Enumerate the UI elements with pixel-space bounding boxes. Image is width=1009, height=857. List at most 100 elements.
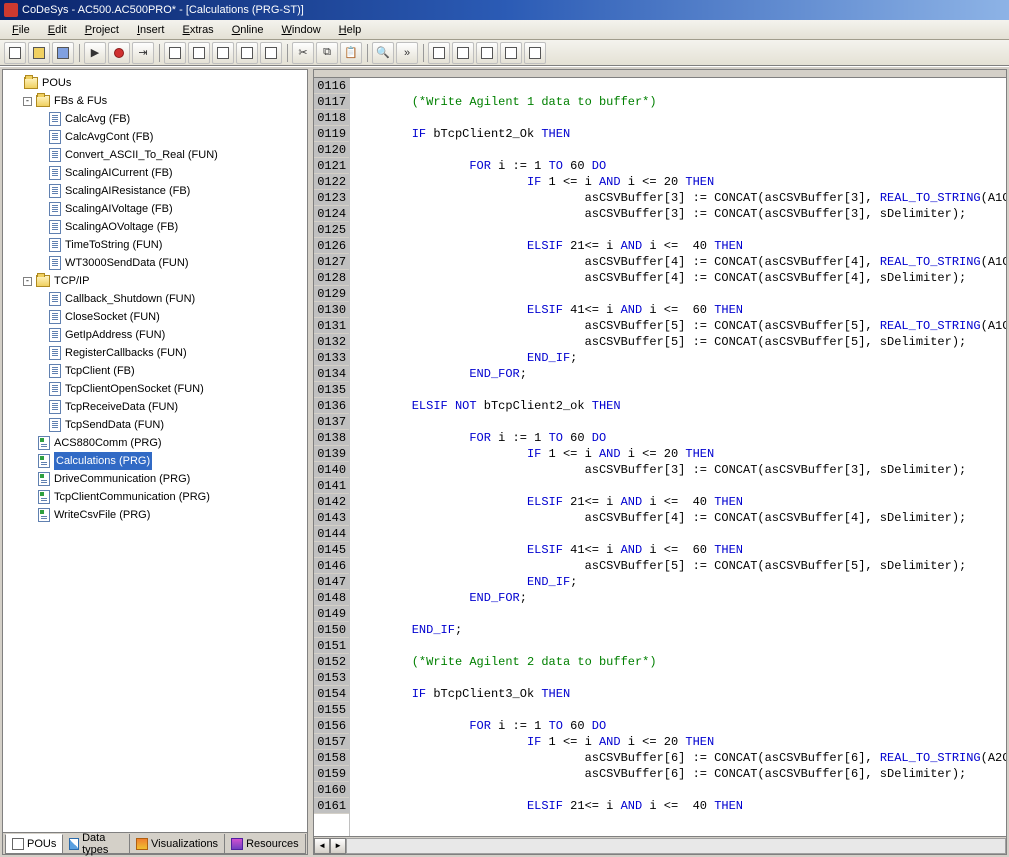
toolbar-btn-4[interactable] [236,42,258,64]
tab-pous[interactable]: POUs [5,834,63,854]
tree-item-acs880comm[interactable]: ACS880Comm (PRG) [5,434,305,452]
tree-item-convert_ascii_to_real[interactable]: Convert_ASCII_To_Real (FUN) [5,146,305,164]
code-line[interactable]: ELSIF 21<= i AND i <= 40 THEN [354,494,1002,510]
toolbar-paste-button[interactable]: 📋 [340,42,362,64]
tree-item-scalingaovoltage[interactable]: ScalingAOVoltage (FB) [5,218,305,236]
project-tree[interactable]: POUs-FBs & FUsCalcAvg (FB)CalcAvgCont (F… [3,70,307,832]
toolbar-stop-button[interactable] [108,42,130,64]
code-line[interactable]: ELSIF 41<= i AND i <= 60 THEN [354,542,1002,558]
code-line[interactable]: ELSIF 21<= i AND i <= 40 THEN [354,798,1002,814]
tree-item-tcpclientopensocket[interactable]: TcpClientOpenSocket (FUN) [5,380,305,398]
code-line[interactable]: IF bTcpClient3_Ok THEN [354,686,1002,702]
code-line[interactable]: ELSIF NOT bTcpClient2_ok THEN [354,398,1002,414]
menu-extras[interactable]: Extras [175,22,222,38]
code-line[interactable] [354,414,1002,430]
tree-root[interactable]: POUs [5,74,305,92]
code-line[interactable] [354,638,1002,654]
code-line[interactable]: ELSIF 41<= i AND i <= 60 THEN [354,302,1002,318]
toolbar-save-button[interactable] [52,42,74,64]
editor-divider[interactable] [314,70,1006,78]
toolbar-open-button[interactable] [28,42,50,64]
menu-online[interactable]: Online [224,22,272,38]
menu-window[interactable]: Window [274,22,329,38]
tree-item-calcavg[interactable]: CalcAvg (FB) [5,110,305,128]
scroll-right-button[interactable]: ► [330,838,346,854]
tree-item-tcpreceivedata[interactable]: TcpReceiveData (FUN) [5,398,305,416]
code-line[interactable] [354,110,1002,126]
tree-item-getipaddress[interactable]: GetIpAddress (FUN) [5,326,305,344]
scroll-left-button[interactable]: ◄ [314,838,330,854]
code-line[interactable]: asCSVBuffer[3] := CONCAT(asCSVBuffer[3],… [354,462,1002,478]
code-line[interactable]: END_FOR; [354,366,1002,382]
code-line[interactable]: IF 1 <= i AND i <= 20 THEN [354,174,1002,190]
menu-help[interactable]: Help [331,22,370,38]
code-line[interactable]: (*Write Agilent 2 data to buffer*) [354,654,1002,670]
horizontal-scrollbar[interactable]: ◄ ► [314,836,1006,854]
code-line[interactable]: asCSVBuffer[3] := CONCAT(asCSVBuffer[3],… [354,190,1002,206]
toolbar-btn-2[interactable] [188,42,210,64]
menu-edit[interactable]: Edit [40,22,75,38]
code-line[interactable]: asCSVBuffer[6] := CONCAT(asCSVBuffer[6],… [354,766,1002,782]
menu-insert[interactable]: Insert [129,22,173,38]
code-line[interactable] [354,286,1002,302]
code-line[interactable]: asCSVBuffer[4] := CONCAT(asCSVBuffer[4],… [354,254,1002,270]
code-line[interactable]: asCSVBuffer[5] := CONCAT(asCSVBuffer[5],… [354,318,1002,334]
tab-data-types[interactable]: Data types [62,834,130,854]
tree-item-scalingaicurrent[interactable]: ScalingAICurrent (FB) [5,164,305,182]
toolbar-btn-3[interactable] [212,42,234,64]
code-line[interactable]: asCSVBuffer[5] := CONCAT(asCSVBuffer[5],… [354,334,1002,350]
code-line[interactable]: END_IF; [354,350,1002,366]
tree-item-callback_shutdown[interactable]: Callback_Shutdown (FUN) [5,290,305,308]
code-line[interactable] [354,78,1002,94]
tab-resources[interactable]: Resources [224,834,306,854]
code-line[interactable]: asCSVBuffer[5] := CONCAT(asCSVBuffer[5],… [354,558,1002,574]
tree-item-calculations[interactable]: Calculations (PRG) [5,452,305,470]
toolbar-btn-c[interactable] [476,42,498,64]
code-line[interactable] [354,782,1002,798]
code-line[interactable]: END_IF; [354,574,1002,590]
toolbar-find-button[interactable]: 🔍 [372,42,394,64]
tree-item-drivecommunication[interactable]: DriveCommunication (PRG) [5,470,305,488]
code-line[interactable]: END_IF; [354,622,1002,638]
tree-item-wt3000senddata[interactable]: WT3000SendData (FUN) [5,254,305,272]
code-line[interactable]: IF bTcpClient2_Ok THEN [354,126,1002,142]
tree-item-tcpclient[interactable]: TcpClient (FB) [5,362,305,380]
code-line[interactable]: IF 1 <= i AND i <= 20 THEN [354,446,1002,462]
code-line[interactable]: FOR i := 1 TO 60 DO [354,430,1002,446]
code-line[interactable]: END_FOR; [354,590,1002,606]
toolbar-cut-button[interactable]: ✂ [292,42,314,64]
tree-item-timetostring[interactable]: TimeToString (FUN) [5,236,305,254]
tree-item-scalingairesistance[interactable]: ScalingAIResistance (FB) [5,182,305,200]
toolbar-copy-button[interactable]: ⧉ [316,42,338,64]
tree-toggle[interactable]: - [23,97,32,106]
code-editor[interactable]: (*Write Agilent 1 data to buffer*) IF bT… [350,78,1006,836]
code-line[interactable] [354,702,1002,718]
toolbar-findnext-button[interactable]: » [396,42,418,64]
code-line[interactable]: ELSIF 21<= i AND i <= 40 THEN [354,238,1002,254]
code-line[interactable] [354,382,1002,398]
tree-item-registercallbacks[interactable]: RegisterCallbacks (FUN) [5,344,305,362]
tree-item-writecsvfile[interactable]: WriteCsvFile (PRG) [5,506,305,524]
toolbar-btn-1[interactable] [164,42,186,64]
code-line[interactable]: (*Write Agilent 1 data to buffer*) [354,94,1002,110]
code-line[interactable]: FOR i := 1 TO 60 DO [354,718,1002,734]
code-line[interactable]: asCSVBuffer[4] := CONCAT(asCSVBuffer[4],… [354,510,1002,526]
code-line[interactable]: asCSVBuffer[6] := CONCAT(asCSVBuffer[6],… [354,750,1002,766]
tree-item-calcavgcont[interactable]: CalcAvgCont (FB) [5,128,305,146]
tree-folder-tcp-ip[interactable]: -TCP/IP [5,272,305,290]
menu-file[interactable]: File [4,22,38,38]
code-line[interactable]: IF 1 <= i AND i <= 20 THEN [354,734,1002,750]
toolbar-btn-5[interactable] [260,42,282,64]
tree-item-scalingaivoltage[interactable]: ScalingAIVoltage (FB) [5,200,305,218]
menu-project[interactable]: Project [77,22,127,38]
code-line[interactable] [354,142,1002,158]
code-line[interactable] [354,526,1002,542]
tree-item-tcpsenddata[interactable]: TcpSendData (FUN) [5,416,305,434]
toolbar-btn-a[interactable] [428,42,450,64]
toolbar-new-button[interactable] [4,42,26,64]
code-line[interactable] [354,606,1002,622]
toolbar-btn-b[interactable] [452,42,474,64]
code-line[interactable] [354,222,1002,238]
toolbar-step-button[interactable]: ⇥ [132,42,154,64]
scroll-track[interactable] [346,838,1006,854]
